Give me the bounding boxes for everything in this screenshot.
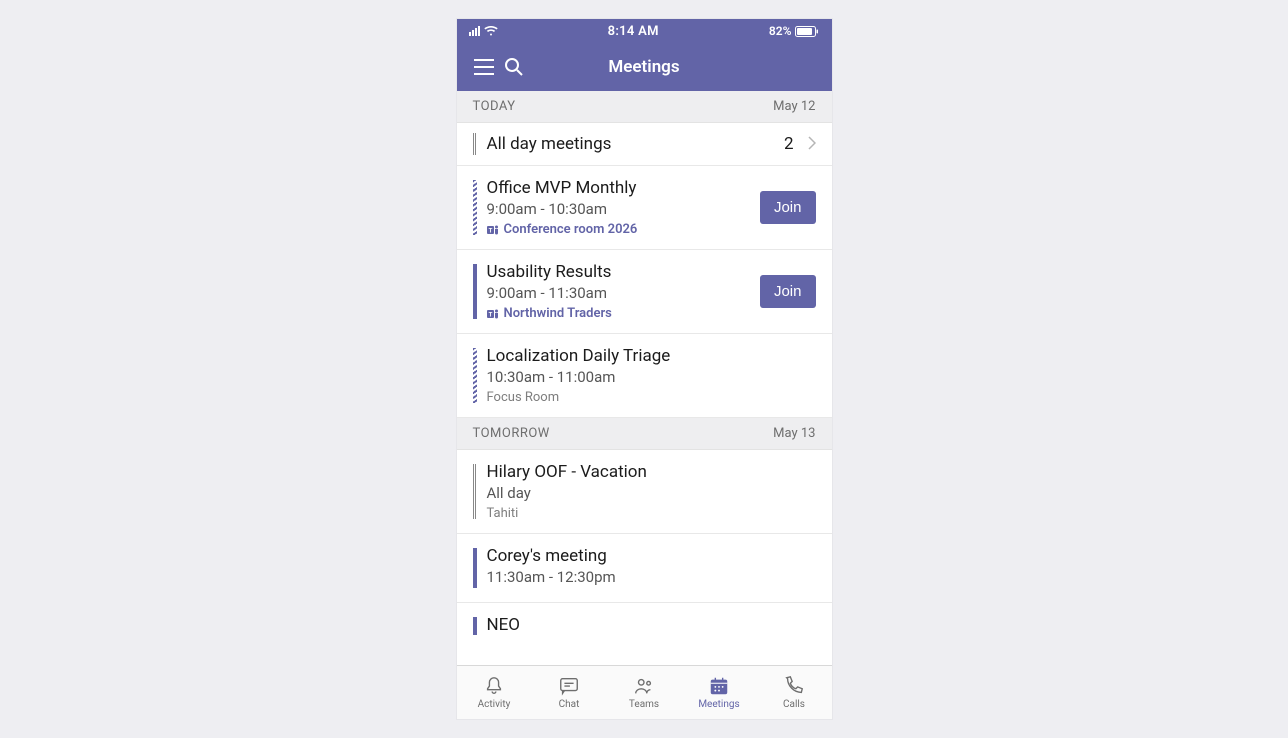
meeting-time: All day	[487, 484, 816, 502]
meeting-time: 10:30am - 11:00am	[487, 368, 816, 386]
tab-chat[interactable]: Chat	[532, 666, 607, 719]
meeting-row[interactable]: Hilary OOF - Vacation All day Tahiti	[457, 450, 832, 534]
status-time: 8:14 AM	[608, 24, 659, 39]
meeting-row[interactable]: Usability Results 9:00am - 11:30am T Nor…	[457, 250, 832, 334]
teams-icon: T	[487, 308, 499, 320]
section-label: TODAY	[473, 99, 516, 114]
tab-bar: Activity Chat Teams Meetings Calls	[457, 665, 832, 719]
phone-icon	[783, 675, 805, 697]
cellular-signal-icon	[469, 26, 480, 36]
tab-label: Chat	[559, 699, 580, 710]
tab-label: Meetings	[698, 699, 739, 710]
calendar-icon	[708, 675, 730, 697]
join-button[interactable]: Join	[760, 275, 816, 308]
menu-button[interactable]	[469, 52, 499, 82]
all-day-title: All day meetings	[487, 134, 774, 154]
meeting-time: 9:00am - 11:30am	[487, 284, 750, 302]
app-header: Meetings	[457, 43, 832, 91]
section-date: May 13	[773, 426, 815, 441]
meeting-row[interactable]: Localization Daily Triage 10:30am - 11:0…	[457, 334, 832, 418]
meeting-marker-icon	[473, 180, 477, 235]
section-header-today: TODAY May 12	[457, 91, 832, 123]
battery-icon	[795, 26, 819, 37]
meeting-list[interactable]: TODAY May 12 All day meetings 2 Office M…	[457, 91, 832, 665]
meeting-marker-icon	[473, 548, 477, 588]
tab-calls[interactable]: Calls	[757, 666, 832, 719]
bell-icon	[483, 675, 505, 697]
tab-meetings[interactable]: Meetings	[682, 666, 757, 719]
chat-icon	[558, 675, 580, 697]
meeting-location-text: Northwind Traders	[504, 306, 612, 321]
all-day-marker-icon	[473, 133, 477, 155]
teams-icon: T	[487, 224, 499, 236]
all-day-meetings-row[interactable]: All day meetings 2	[457, 123, 832, 166]
meeting-location: Tahiti	[487, 506, 816, 521]
meeting-time: 11:30am - 12:30pm	[487, 568, 816, 586]
search-button[interactable]	[499, 52, 529, 82]
svg-text:T: T	[488, 311, 492, 318]
meeting-title: Usability Results	[487, 262, 750, 282]
meeting-location-text: Conference room 2026	[504, 222, 638, 237]
meeting-marker-icon	[473, 617, 477, 635]
tab-label: Calls	[783, 699, 805, 710]
meeting-time: 9:00am - 10:30am	[487, 200, 750, 218]
section-header-tomorrow: TOMORROW May 13	[457, 418, 832, 450]
section-date: May 12	[773, 99, 815, 114]
meeting-title: Corey's meeting	[487, 546, 816, 566]
tab-activity[interactable]: Activity	[457, 666, 532, 719]
meeting-title: Localization Daily Triage	[487, 346, 816, 366]
meeting-title: Hilary OOF - Vacation	[487, 462, 816, 482]
meeting-marker-icon	[473, 464, 477, 519]
teams-icon	[633, 675, 655, 697]
meeting-title: NEO	[487, 615, 816, 635]
status-bar: 8:14 AM 82%	[457, 19, 832, 43]
join-button[interactable]: Join	[760, 191, 816, 224]
section-label: TOMORROW	[473, 426, 550, 441]
meeting-location: T Conference room 2026	[487, 222, 750, 237]
tab-label: Teams	[629, 699, 659, 710]
meeting-row[interactable]: Corey's meeting 11:30am - 12:30pm	[457, 534, 832, 603]
meeting-marker-icon	[473, 348, 477, 403]
meeting-row[interactable]: NEO	[457, 603, 832, 649]
meeting-marker-icon	[473, 264, 477, 319]
phone-frame: 8:14 AM 82% Meetings TODAY May 12 All da…	[457, 19, 832, 719]
svg-text:T: T	[488, 227, 492, 234]
tab-teams[interactable]: Teams	[607, 666, 682, 719]
meeting-row[interactable]: Office MVP Monthly 9:00am - 10:30am T Co…	[457, 166, 832, 250]
battery-percent: 82%	[769, 24, 792, 38]
wifi-icon	[484, 26, 498, 36]
meeting-location: T Northwind Traders	[487, 306, 750, 321]
meeting-title: Office MVP Monthly	[487, 178, 750, 198]
all-day-count: 2	[784, 134, 794, 154]
meeting-location: Focus Room	[487, 390, 816, 405]
tab-label: Activity	[478, 699, 511, 710]
chevron-right-icon	[808, 135, 816, 154]
